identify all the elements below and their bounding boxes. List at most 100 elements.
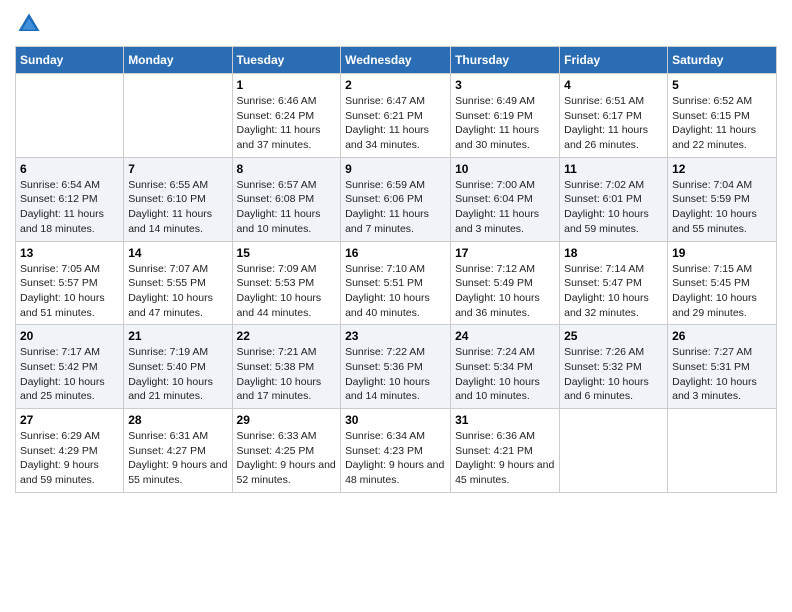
calendar-cell: 13 Sunrise: 7:05 AM Sunset: 5:57 PM Dayli… [16,241,124,325]
day-number: 25 [564,329,663,343]
day-info: Sunrise: 6:31 AM Sunset: 4:27 PM Dayligh… [128,429,227,488]
calendar-cell: 20 Sunrise: 7:17 AM Sunset: 5:42 PM Dayli… [16,325,124,409]
day-info: Sunrise: 7:14 AM Sunset: 5:47 PM Dayligh… [564,262,663,321]
day-info: Sunrise: 6:33 AM Sunset: 4:25 PM Dayligh… [237,429,337,488]
day-info: Sunrise: 6:59 AM Sunset: 6:06 PM Dayligh… [345,178,446,237]
day-number: 26 [672,329,772,343]
calendar-cell: 28 Sunrise: 6:31 AM Sunset: 4:27 PM Dayli… [124,409,232,493]
day-number: 4 [564,78,663,92]
day-info: Sunrise: 6:54 AM Sunset: 6:12 PM Dayligh… [20,178,119,237]
week-row-5: 27 Sunrise: 6:29 AM Sunset: 4:29 PM Dayli… [16,409,777,493]
weekday-header-friday: Friday [560,47,668,74]
day-number: 30 [345,413,446,427]
day-info: Sunrise: 7:26 AM Sunset: 5:32 PM Dayligh… [564,345,663,404]
day-number: 1 [237,78,337,92]
day-info: Sunrise: 6:34 AM Sunset: 4:23 PM Dayligh… [345,429,446,488]
day-number: 23 [345,329,446,343]
day-info: Sunrise: 6:36 AM Sunset: 4:21 PM Dayligh… [455,429,555,488]
calendar-body: 1 Sunrise: 6:46 AM Sunset: 6:24 PM Daylig… [16,74,777,493]
day-info: Sunrise: 6:51 AM Sunset: 6:17 PM Dayligh… [564,94,663,153]
day-number: 15 [237,246,337,260]
calendar-cell: 31 Sunrise: 6:36 AM Sunset: 4:21 PM Dayli… [451,409,560,493]
day-number: 3 [455,78,555,92]
weekday-header-thursday: Thursday [451,47,560,74]
calendar-cell: 23 Sunrise: 7:22 AM Sunset: 5:36 PM Dayli… [341,325,451,409]
calendar-cell: 21Sunrise: 7:19 AM Sunset: 5:40 PM Dayli… [124,325,232,409]
calendar-cell: 22 Sunrise: 7:21 AM Sunset: 5:38 PM Dayli… [232,325,341,409]
day-number: 29 [237,413,337,427]
weekday-header-saturday: Saturday [668,47,777,74]
calendar-cell: 19Sunrise: 7:15 AM Sunset: 5:45 PM Dayli… [668,241,777,325]
weekday-header-wednesday: Wednesday [341,47,451,74]
day-number: 6 [20,162,119,176]
week-row-3: 13 Sunrise: 7:05 AM Sunset: 5:57 PM Dayli… [16,241,777,325]
day-info: Sunrise: 7:27 AM Sunset: 5:31 PM Dayligh… [672,345,772,404]
calendar-cell: 24 Sunrise: 7:24 AM Sunset: 5:34 PM Dayli… [451,325,560,409]
day-number: 11 [564,162,663,176]
day-number: 27 [20,413,119,427]
day-info: Sunrise: 7:19 AM Sunset: 5:40 PM Dayligh… [128,345,227,404]
day-number: 9 [345,162,446,176]
calendar-cell [124,74,232,158]
day-info: Sunrise: 6:49 AM Sunset: 6:19 PM Dayligh… [455,94,555,153]
day-number: 19 [672,246,772,260]
logo-icon [15,10,43,38]
calendar-cell: 1 Sunrise: 6:46 AM Sunset: 6:24 PM Daylig… [232,74,341,158]
calendar-cell [16,74,124,158]
week-row-1: 1 Sunrise: 6:46 AM Sunset: 6:24 PM Daylig… [16,74,777,158]
day-number: 24 [455,329,555,343]
calendar-cell: 4 Sunrise: 6:51 AM Sunset: 6:17 PM Daylig… [560,74,668,158]
day-info: Sunrise: 7:17 AM Sunset: 5:42 PM Dayligh… [20,345,119,404]
day-info: Sunrise: 7:22 AM Sunset: 5:36 PM Dayligh… [345,345,446,404]
day-number: 31 [455,413,555,427]
calendar-cell: 2 Sunrise: 6:47 AM Sunset: 6:21 PM Daylig… [341,74,451,158]
calendar-cell: 10Sunrise: 7:00 AM Sunset: 6:04 PM Dayli… [451,157,560,241]
calendar-cell: 5 Sunrise: 6:52 AM Sunset: 6:15 PM Daylig… [668,74,777,158]
week-row-4: 20 Sunrise: 7:17 AM Sunset: 5:42 PM Dayli… [16,325,777,409]
calendar-cell: 29 Sunrise: 6:33 AM Sunset: 4:25 PM Dayli… [232,409,341,493]
day-info: Sunrise: 6:57 AM Sunset: 6:08 PM Dayligh… [237,178,337,237]
calendar-cell: 30 Sunrise: 6:34 AM Sunset: 4:23 PM Dayli… [341,409,451,493]
calendar-cell: 9 Sunrise: 6:59 AM Sunset: 6:06 PM Daylig… [341,157,451,241]
day-info: Sunrise: 6:29 AM Sunset: 4:29 PM Dayligh… [20,429,119,488]
calendar-cell: 25 Sunrise: 7:26 AM Sunset: 5:32 PM Dayli… [560,325,668,409]
logo [15,10,47,38]
day-info: Sunrise: 7:21 AM Sunset: 5:38 PM Dayligh… [237,345,337,404]
day-info: Sunrise: 7:24 AM Sunset: 5:34 PM Dayligh… [455,345,555,404]
day-info: Sunrise: 7:05 AM Sunset: 5:57 PM Dayligh… [20,262,119,321]
calendar-cell: 14 Sunrise: 7:07 AM Sunset: 5:55 PM Dayli… [124,241,232,325]
day-number: 22 [237,329,337,343]
day-info: Sunrise: 6:46 AM Sunset: 6:24 PM Dayligh… [237,94,337,153]
calendar-cell: 12 Sunrise: 7:04 AM Sunset: 5:59 PM Dayli… [668,157,777,241]
day-number: 7 [128,162,227,176]
calendar-header: SundayMondayTuesdayWednesdayThursdayFrid… [16,47,777,74]
weekday-row: SundayMondayTuesdayWednesdayThursdayFrid… [16,47,777,74]
weekday-header-tuesday: Tuesday [232,47,341,74]
day-info: Sunrise: 6:52 AM Sunset: 6:15 PM Dayligh… [672,94,772,153]
day-info: Sunrise: 7:02 AM Sunset: 6:01 PM Dayligh… [564,178,663,237]
day-info: Sunrise: 6:47 AM Sunset: 6:21 PM Dayligh… [345,94,446,153]
day-number: 20 [20,329,119,343]
page-header [15,10,777,38]
day-number: 13 [20,246,119,260]
day-number: 5 [672,78,772,92]
calendar-cell: 26 Sunrise: 7:27 AM Sunset: 5:31 PM Dayli… [668,325,777,409]
calendar-cell: 7 Sunrise: 6:55 AM Sunset: 6:10 PM Daylig… [124,157,232,241]
day-number: 14 [128,246,227,260]
day-number: 17 [455,246,555,260]
day-number: 28 [128,413,227,427]
day-info: Sunrise: 7:10 AM Sunset: 5:51 PM Dayligh… [345,262,446,321]
calendar-cell: 6 Sunrise: 6:54 AM Sunset: 6:12 PM Daylig… [16,157,124,241]
day-info: Sunrise: 7:09 AM Sunset: 5:53 PM Dayligh… [237,262,337,321]
calendar-cell: 27 Sunrise: 6:29 AM Sunset: 4:29 PM Dayli… [16,409,124,493]
day-number: 8 [237,162,337,176]
calendar-cell [668,409,777,493]
day-number: 12 [672,162,772,176]
day-info: Sunrise: 6:55 AM Sunset: 6:10 PM Dayligh… [128,178,227,237]
day-number: 16 [345,246,446,260]
day-number: 2 [345,78,446,92]
day-info: Sunrise: 7:04 AM Sunset: 5:59 PM Dayligh… [672,178,772,237]
week-row-2: 6 Sunrise: 6:54 AM Sunset: 6:12 PM Daylig… [16,157,777,241]
day-info: Sunrise: 7:07 AM Sunset: 5:55 PM Dayligh… [128,262,227,321]
weekday-header-monday: Monday [124,47,232,74]
